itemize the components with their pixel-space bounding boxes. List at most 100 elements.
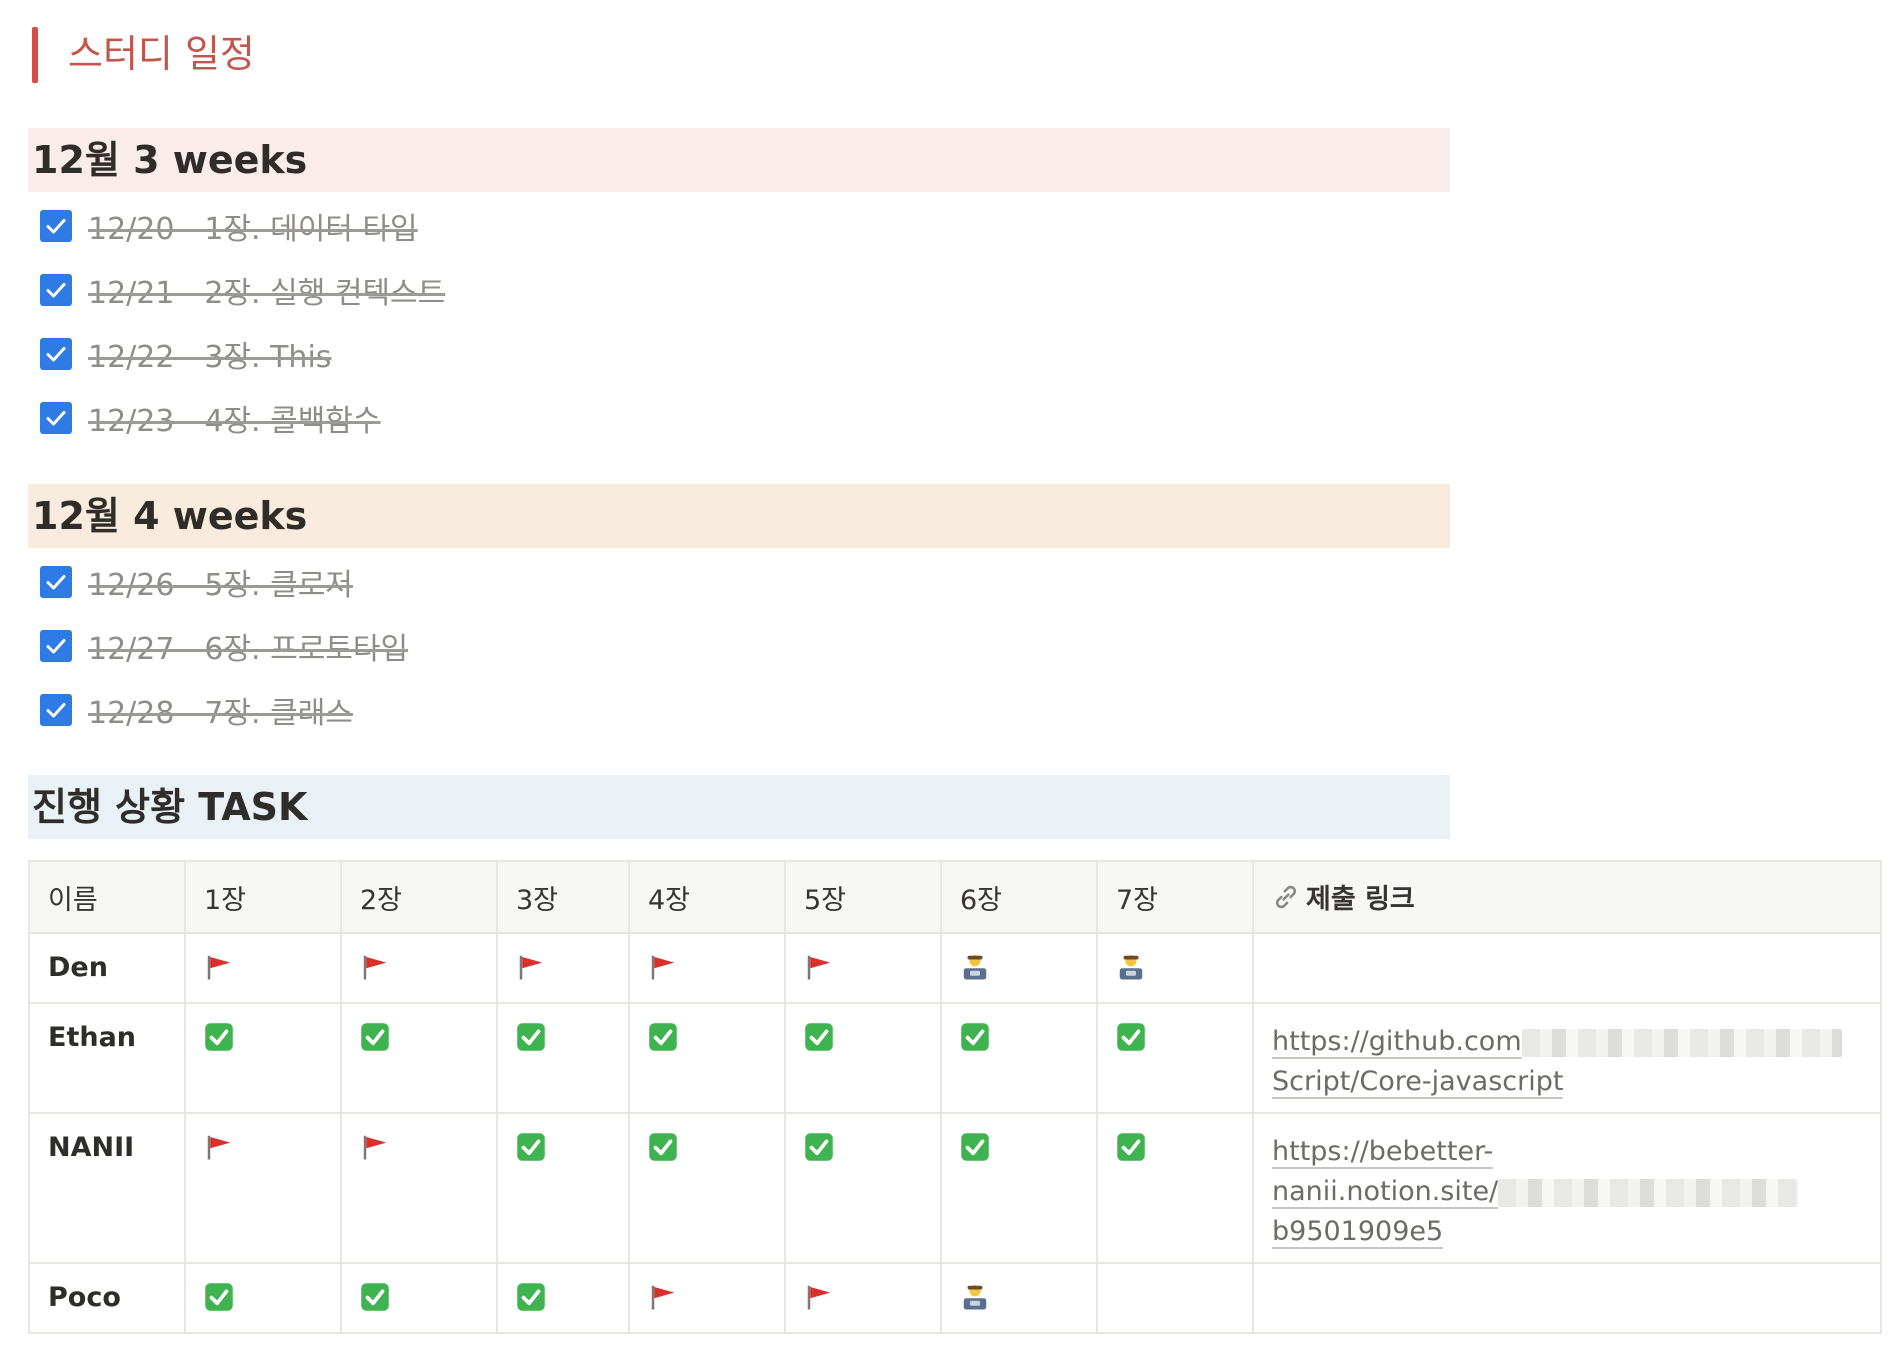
checkbox-checked-icon[interactable] (40, 630, 72, 662)
member-name-cell[interactable]: Ethan (28, 1002, 186, 1114)
flag-icon (648, 955, 678, 989)
chapter-status-cell[interactable] (496, 1112, 630, 1264)
column-header-ch7[interactable]: 7장 (1096, 860, 1254, 934)
chapter-status-cell[interactable] (628, 1262, 786, 1334)
check-mark-icon (1116, 1023, 1146, 1059)
todo-text[interactable]: 12/28 - 7장. 클래스 (88, 688, 353, 732)
column-header-ch6[interactable]: 6장 (940, 860, 1098, 934)
chapter-status-cell[interactable] (184, 932, 342, 1004)
chapter-status-cell[interactable] (940, 1112, 1098, 1264)
chapter-status-cell[interactable] (184, 1112, 342, 1264)
column-header-ch3[interactable]: 3장 (496, 860, 630, 934)
todo-text[interactable]: 12/23 - 4장. 콜백함수 (88, 396, 381, 440)
check-mark-icon (204, 1283, 234, 1319)
column-header-name[interactable]: 이름 (28, 860, 186, 934)
check-mark-icon (516, 1283, 546, 1319)
page-title[interactable]: 스터디 일정 (68, 24, 255, 84)
chapter-status-cell[interactable] (340, 932, 498, 1004)
todo-item: 12/22 - 3장. This (40, 332, 331, 376)
check-mark-icon (516, 1023, 546, 1059)
submit-link-cell[interactable]: https://github.com Script/Core-javascript (1252, 1002, 1882, 1114)
check-mark-icon (804, 1023, 834, 1059)
todo-item: 12/20 - 1장. 데이터 타입 (40, 204, 418, 248)
technologist-icon (960, 955, 990, 989)
technologist-icon (1116, 955, 1146, 989)
chapter-status-cell[interactable] (628, 1112, 786, 1264)
chapter-status-cell[interactable] (1096, 1002, 1254, 1114)
chapter-status-cell[interactable] (1096, 1112, 1254, 1264)
column-header-ch4[interactable]: 4장 (628, 860, 786, 934)
chapter-status-cell[interactable] (784, 932, 942, 1004)
flag-icon (804, 955, 834, 989)
todo-text[interactable]: 12/26 - 5장. 클로저 (88, 560, 353, 604)
member-name-cell[interactable]: Den (28, 932, 186, 1004)
todo-text[interactable]: 12/22 - 3장. This (88, 332, 331, 376)
flag-icon (648, 1285, 678, 1319)
checkbox-checked-icon[interactable] (40, 566, 72, 598)
chapter-status-cell[interactable] (784, 1002, 942, 1114)
table-row: Den (28, 932, 1882, 1004)
url-text: Script/Core-javascript (1272, 1066, 1564, 1099)
todo-item: 12/26 - 5장. 클로저 (40, 560, 353, 604)
table-row: NANII https://bebetter-nanii.notion.site/… (28, 1112, 1882, 1264)
chapter-status-cell[interactable] (784, 1112, 942, 1264)
column-header-ch1[interactable]: 1장 (184, 860, 342, 934)
submission-url[interactable]: https://github.com Script/Core-javascript (1272, 1022, 1862, 1102)
todo-text[interactable]: 12/21 - 2장. 실행 컨텍스트 (88, 268, 445, 312)
redacted-blur (1498, 1178, 1799, 1207)
url-text: https://bebetter- (1272, 1136, 1494, 1169)
chapter-status-cell[interactable] (940, 1002, 1098, 1114)
heading-week-3[interactable]: 12월 3 weeks (28, 128, 1450, 192)
checkbox-checked-icon[interactable] (40, 338, 72, 370)
callout-accent-bar (32, 27, 38, 83)
table-header-row: 이름 1장 2장 3장 4장 5장 6장 7장 제출 링크 (28, 860, 1882, 934)
checkbox-checked-icon[interactable] (40, 694, 72, 726)
chapter-status-cell[interactable] (340, 1262, 498, 1334)
submit-link-cell[interactable] (1252, 1262, 1882, 1334)
member-name-cell[interactable]: Poco (28, 1262, 186, 1334)
check-mark-icon (204, 1023, 234, 1059)
column-header-ch5[interactable]: 5장 (784, 860, 942, 934)
todo-text[interactable]: 12/27 - 6장. 프로토타입 (88, 624, 408, 668)
url-text: https://github.com (1272, 1026, 1522, 1059)
technologist-icon (960, 1285, 990, 1319)
chapter-status-cell[interactable] (628, 1002, 786, 1114)
flag-icon (360, 1135, 390, 1169)
todo-text[interactable]: 12/20 - 1장. 데이터 타입 (88, 204, 418, 248)
heading-progress-task[interactable]: 진행 상황 TASK (28, 775, 1450, 839)
chapter-status-cell[interactable] (1096, 932, 1254, 1004)
chapter-status-cell[interactable] (184, 1002, 342, 1114)
flag-icon (204, 955, 234, 989)
flag-icon (360, 955, 390, 989)
check-mark-icon (960, 1023, 990, 1059)
chapter-status-cell[interactable] (496, 1002, 630, 1114)
todo-item: 12/27 - 6장. 프로토타입 (40, 624, 408, 668)
checkbox-checked-icon[interactable] (40, 274, 72, 306)
checkbox-checked-icon[interactable] (40, 402, 72, 434)
table-row: Ethan https://github.com Script/Core-javas… (28, 1002, 1882, 1114)
chapter-status-cell[interactable] (628, 932, 786, 1004)
chapter-status-cell[interactable] (784, 1262, 942, 1334)
chapter-status-cell[interactable] (340, 1002, 498, 1114)
member-name-cell[interactable]: NANII (28, 1112, 186, 1264)
column-header-submit-link[interactable]: 제출 링크 (1252, 860, 1882, 934)
chapter-status-cell[interactable] (940, 1262, 1098, 1334)
flag-icon (804, 1285, 834, 1319)
submission-url[interactable]: https://bebetter-nanii.notion.site/b9501… (1272, 1132, 1862, 1252)
chapter-status-cell[interactable] (340, 1112, 498, 1264)
chapter-status-cell[interactable] (184, 1262, 342, 1334)
url-text: b9501909e5 (1272, 1216, 1444, 1249)
chapter-status-cell[interactable] (940, 932, 1098, 1004)
progress-table: 이름 1장 2장 3장 4장 5장 6장 7장 제출 링크 Den Ethan ht… (28, 860, 1882, 1334)
chapter-status-cell[interactable] (496, 932, 630, 1004)
heading-week-4[interactable]: 12월 4 weeks (28, 484, 1450, 548)
column-header-ch2[interactable]: 2장 (340, 860, 498, 934)
submit-link-cell[interactable]: https://bebetter-nanii.notion.site/b9501… (1252, 1112, 1882, 1264)
checkbox-checked-icon[interactable] (40, 210, 72, 242)
todo-item: 12/23 - 4장. 콜백함수 (40, 396, 381, 440)
check-mark-icon (804, 1133, 834, 1169)
todo-item: 12/21 - 2장. 실행 컨텍스트 (40, 268, 445, 312)
chapter-status-cell[interactable] (496, 1262, 630, 1334)
submit-link-cell[interactable] (1252, 932, 1882, 1004)
chapter-status-cell[interactable] (1096, 1262, 1254, 1334)
